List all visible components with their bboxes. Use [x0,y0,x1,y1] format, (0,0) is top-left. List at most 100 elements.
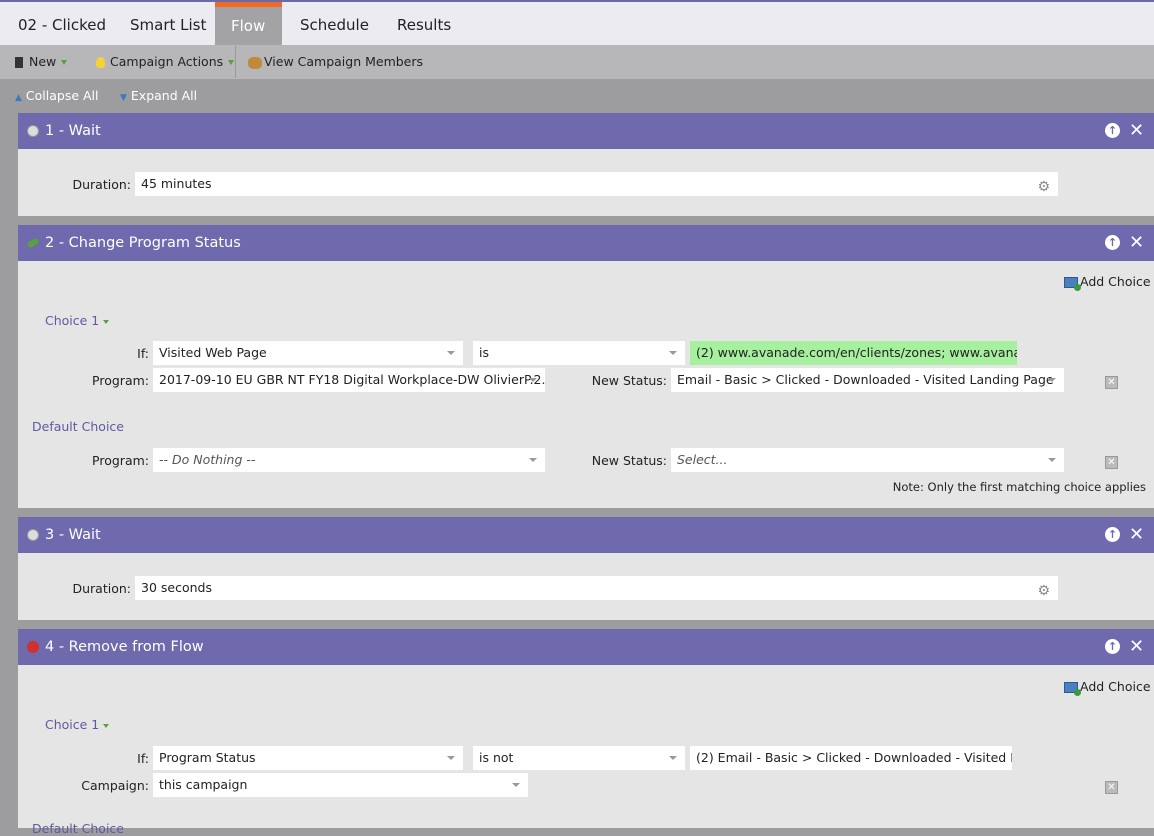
duration-label: Duration: [72,177,131,192]
collapse-all-button[interactable]: ▲ Collapse All [15,88,99,103]
program-label: Program: [92,373,149,388]
move-up-icon[interactable]: ↑ [1105,235,1120,250]
chevron-down-icon [669,756,677,760]
dropdown-arrow-icon [228,60,235,65]
gear-icon[interactable]: ⚙ [1037,175,1050,196]
choice-1-label: Choice 1 [45,717,100,732]
duration-label: Duration: [72,581,131,596]
tab-flow[interactable]: Flow [215,2,282,45]
add-choice-button[interactable]: Add Choice [1064,679,1151,696]
campaign-select[interactable]: this campaign [153,773,528,797]
default-program-select[interactable]: -- Do Nothing -- [153,448,545,472]
chevron-down-icon [669,351,677,355]
view-campaign-members-button[interactable]: View Campaign Members [248,54,423,69]
delete-default-choice-icon[interactable]: ✕ [1105,456,1118,469]
operator-select[interactable]: is not [473,746,685,770]
dropdown-arrow-icon [103,319,110,324]
toolbar: New Campaign Actions View Campaign Membe… [0,45,1154,79]
new-label: New [29,54,57,69]
default-program-label: Program: [92,453,149,468]
default-program-value: -- Do Nothing -- [159,452,256,467]
delete-choice-icon[interactable]: ✕ [1105,781,1118,794]
flow-step-4: 4 - Remove from Flow ↑ ✕ Add Choice Choic… [18,629,1154,836]
delete-choice-icon[interactable]: ✕ [1105,376,1118,389]
step-title: 2 - Change Program Status [45,235,241,251]
campaign-value: this campaign [159,777,248,792]
if-label: If: [137,751,149,766]
tab-smart-list[interactable]: Smart List [112,2,224,45]
default-choice-label: Default Choice [32,821,124,836]
members-icon [248,56,262,69]
expand-label: Expand All [130,88,198,103]
collapse-label: Collapse All [25,88,99,103]
if-select[interactable]: Visited Web Page [153,341,463,365]
if-value: Visited Web Page [159,345,267,360]
view-members-label: View Campaign Members [264,54,424,69]
dropdown-arrow-icon [61,60,68,65]
close-icon[interactable]: ✕ [1129,225,1144,261]
tab-schedule[interactable]: Schedule [282,2,387,45]
close-icon[interactable]: ✕ [1129,629,1144,665]
campaign-actions-label: Campaign Actions [110,54,224,69]
expand-all-button[interactable]: ▼ Expand All [120,88,197,103]
add-choice-button[interactable]: Add Choice [1064,274,1151,291]
duration-value: 45 minutes [141,176,212,191]
dropdown-arrow-icon [103,723,110,728]
program-select[interactable]: 2017-09-10 EU GBR NT FY18 Digital Workpl… [153,368,545,392]
default-new-status-label: New Status: [591,453,667,468]
program-value: 2017-09-10 EU GBR NT FY18 Digital Workpl… [159,372,545,387]
stop-icon [27,641,39,653]
duration-value: 30 seconds [141,580,212,595]
step-header[interactable]: 4 - Remove from Flow ↑ ✕ [18,629,1154,665]
new-menu-button[interactable]: New [15,54,68,69]
choice-1-toggle[interactable]: Choice 1 [45,313,110,328]
operator-value: is not [479,750,514,765]
add-choice-label: Add Choice [1080,679,1151,694]
flow-step-3: 3 - Wait ↑ ✕ Duration: 30 seconds ⚙ [18,517,1154,620]
tab-results[interactable]: Results [379,2,469,45]
move-up-icon[interactable]: ↑ [1105,639,1120,654]
duration-field[interactable]: 30 seconds ⚙ [135,576,1058,600]
close-icon[interactable]: ✕ [1129,113,1144,149]
operator-select[interactable]: is [473,341,685,365]
choice-1-toggle[interactable]: Choice 1 [45,717,110,732]
default-new-status-select[interactable]: Select... [671,448,1064,472]
tab-campaign-name[interactable]: 02 - Clicked [0,2,124,45]
close-icon[interactable]: ✕ [1129,517,1144,553]
gear-icon[interactable]: ⚙ [1037,579,1050,600]
status-icon [26,237,40,249]
flow-step-1: 1 - Wait ↑ ✕ Duration: 45 minutes ⚙ [18,113,1154,216]
add-choice-label: Add Choice [1080,274,1151,289]
clock-icon [27,529,39,541]
filter-value-input[interactable]: (2) Email - Basic > Clicked - Downloaded… [690,746,1012,770]
if-label: If: [137,346,149,361]
filter-value-input[interactable]: (2) www.avanade.com/en/clients/zones; ww… [690,341,1017,365]
toolbar-divider [235,46,236,78]
move-up-icon[interactable]: ↑ [1105,527,1120,542]
duration-field[interactable]: 45 minutes ⚙ [135,172,1058,196]
filter-value: (2) Email - Basic > Clicked - Downloaded… [696,750,1012,765]
step-title: 4 - Remove from Flow [45,639,204,655]
clock-icon [27,125,39,137]
collapse-icon: ▲ [15,93,22,103]
operator-value: is [479,345,489,360]
step-header[interactable]: 3 - Wait ↑ ✕ [18,517,1154,553]
chevron-down-icon [447,351,455,355]
if-value: Program Status [159,750,256,765]
expand-icon: ▼ [120,93,127,103]
filter-value: (2) www.avanade.com/en/clients/zones; ww… [696,345,1017,360]
chevron-down-icon [512,783,520,787]
new-status-label: New Status: [591,373,667,388]
chevron-down-icon [1048,458,1056,462]
add-choice-icon [1064,682,1081,696]
move-up-icon[interactable]: ↑ [1105,123,1120,138]
default-choice-label: Default Choice [32,419,124,434]
new-status-select[interactable]: Email - Basic > Clicked - Downloaded - V… [671,368,1064,392]
tab-bar: 02 - Clicked Smart List Flow Schedule Re… [0,0,1154,45]
note-text: Note: Only the first matching choice app… [892,480,1146,494]
step-header[interactable]: 2 - Change Program Status ↑ ✕ [18,225,1154,261]
campaign-actions-button[interactable]: Campaign Actions [96,54,235,69]
default-status-value: Select... [677,452,728,467]
step-header[interactable]: 1 - Wait ↑ ✕ [18,113,1154,149]
if-select[interactable]: Program Status [153,746,463,770]
